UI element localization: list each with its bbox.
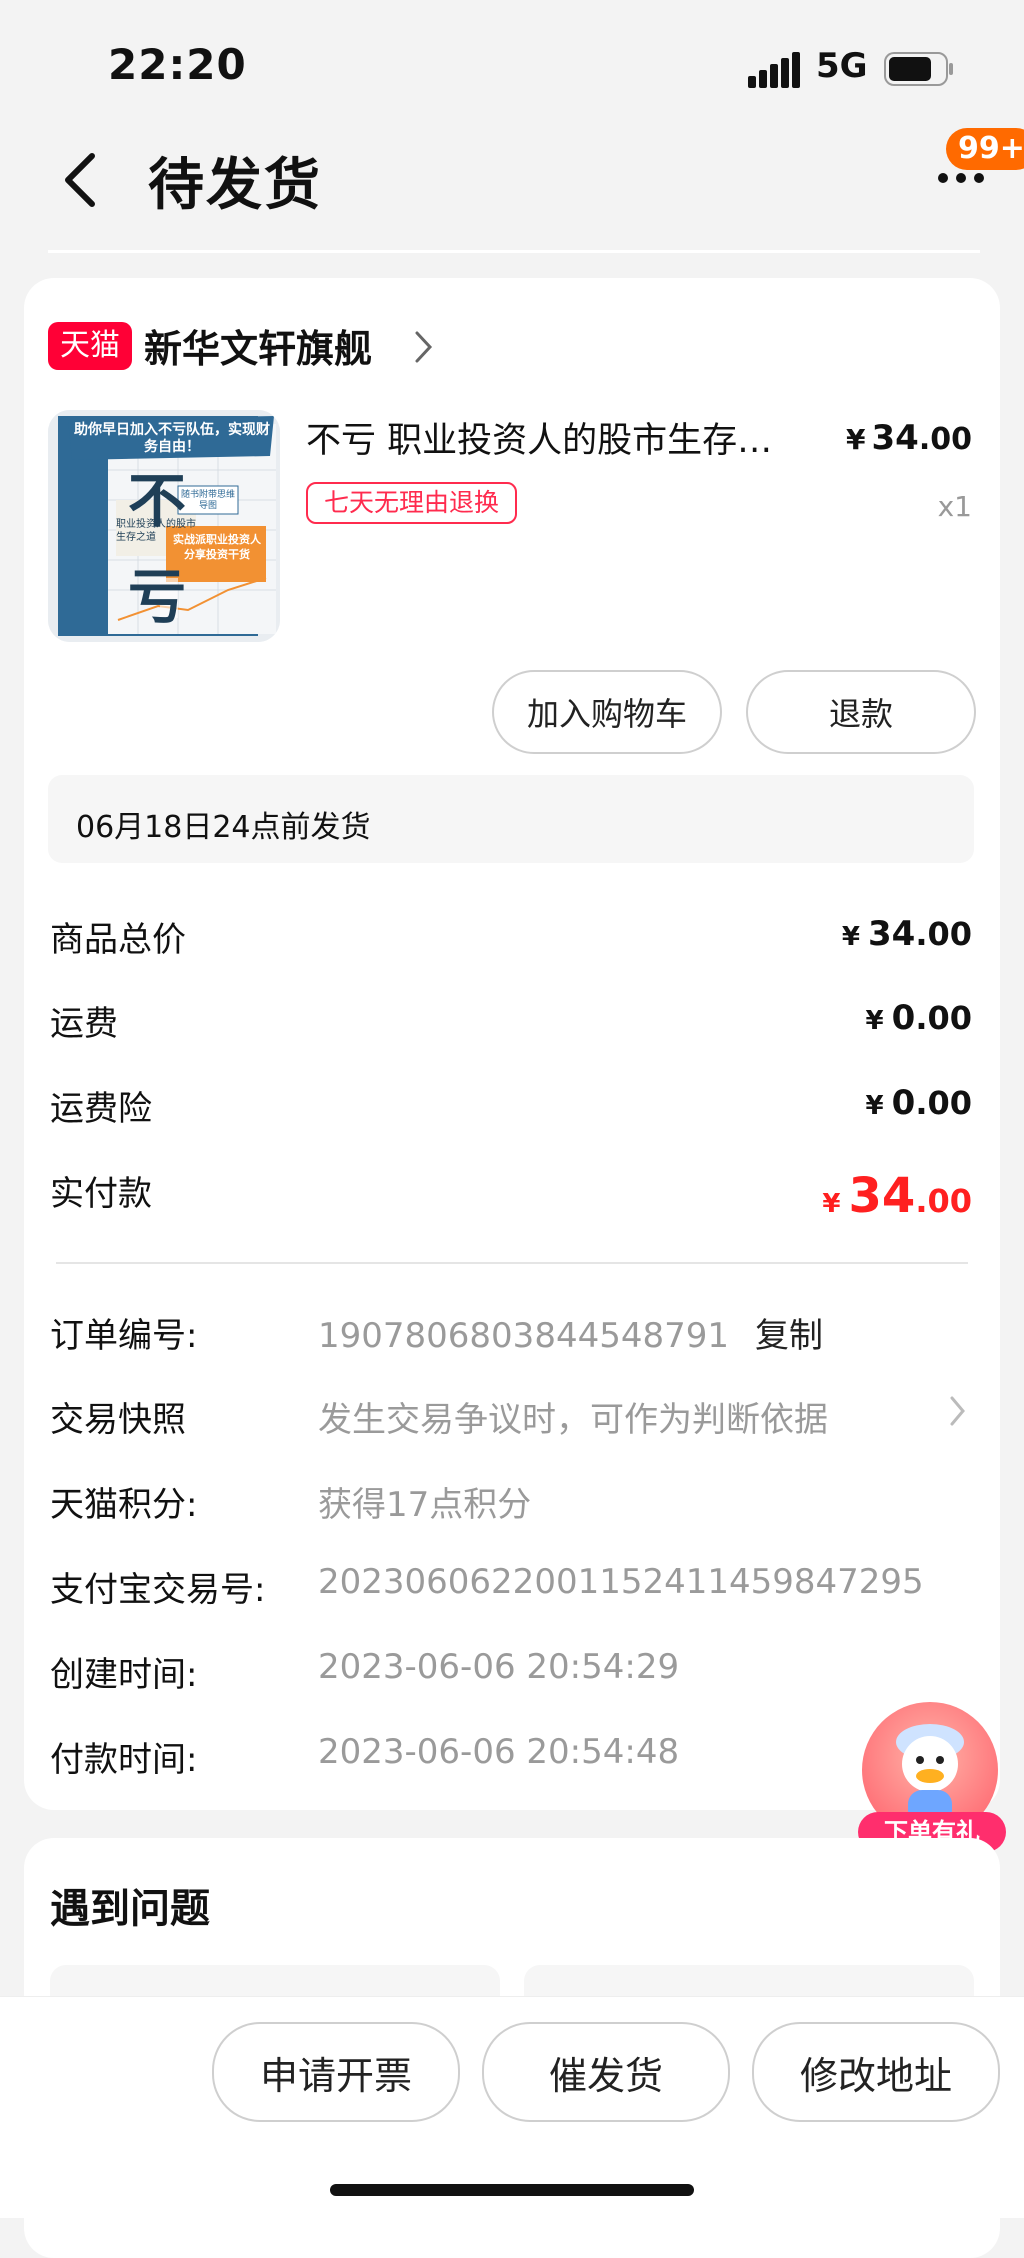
info-label-snapshot[interactable]: 交易快照 — [50, 1392, 186, 1441]
info-value-order-no: 1907806803844548791 复制 — [318, 1316, 824, 1356]
summary-label-insurance: 运费险 — [50, 1089, 152, 1129]
network-label: 5G — [816, 46, 868, 86]
refund-button[interactable]: 退款 — [746, 670, 976, 754]
info-label-order-no: 订单编号: — [50, 1316, 198, 1356]
more-options-icon[interactable] — [936, 168, 986, 188]
info-label-alipay-no: 支付宝交易号: — [50, 1570, 266, 1610]
back-arrow-icon[interactable] — [60, 150, 100, 210]
platform-tag: 天猫 — [48, 322, 132, 370]
cover-char-2: 亏 — [128, 563, 187, 631]
summary-label-total: 商品总价 — [50, 920, 186, 960]
info-value-created: 2023-06-06 20:54:29 — [318, 1647, 680, 1687]
summary-value-shipping: ¥0.00 — [865, 998, 972, 1038]
summary-value-paid: ¥34.00 — [822, 1168, 972, 1224]
summary-value-insurance: ¥0.00 — [865, 1083, 972, 1123]
product-quantity: x1 — [937, 490, 972, 523]
summary-divider — [56, 1262, 968, 1264]
cover-sticker: 随书附带思维导图 — [180, 490, 235, 511]
signal-icon — [748, 52, 800, 88]
product-title[interactable]: 不亏 职业投资人的股市生存… — [306, 412, 826, 463]
home-indicator[interactable] — [330, 2184, 694, 2196]
info-value-alipay-no: 2023060622001152411459847295 — [318, 1562, 924, 1602]
product-price: ¥34.00 — [846, 418, 972, 458]
shop-name[interactable]: 新华文轩旗舰 — [144, 318, 372, 373]
summary-label-shipping: 运费 — [50, 1004, 118, 1044]
summary-label-paid: 实付款 — [50, 1174, 152, 1214]
header-divider — [48, 250, 980, 253]
cover-banner: 助你早日加入不亏队伍，实现财务自由！ — [74, 422, 270, 455]
chevron-right-icon[interactable] — [950, 1396, 966, 1426]
info-value-paid-time: 2023-06-06 20:54:48 — [318, 1732, 680, 1772]
problems-title: 遇到问题 — [50, 1886, 210, 1932]
copy-button[interactable]: 复制 — [755, 1316, 823, 1356]
shipping-note: 06月18日24点前发货 — [76, 810, 371, 845]
page-title: 待发货 — [148, 153, 322, 218]
add-to-cart-button[interactable]: 加入购物车 — [492, 670, 722, 754]
summary-value-total: ¥34.00 — [841, 914, 972, 954]
urge-shipping-button[interactable]: 催发货 — [482, 2022, 730, 2122]
cover-side-text: 实战派职业投资人分享投资干货 — [173, 533, 261, 561]
product-image[interactable]: 助你早日加入不亏队伍，实现财务自由！ 不 亏 职业投资人的股市生存之道 随书附带… — [48, 410, 280, 642]
info-value-points: 获得17点积分 — [318, 1485, 532, 1525]
return-policy-tag: 七天无理由退换 — [306, 482, 518, 524]
notification-badge: 99+ — [946, 128, 1024, 170]
status-time: 22:20 — [108, 40, 247, 89]
info-label-created: 创建时间: — [50, 1655, 198, 1695]
request-invoice-button[interactable]: 申请开票 — [212, 2022, 460, 2122]
chevron-right-icon[interactable] — [414, 330, 434, 364]
info-label-paid-time: 付款时间: — [50, 1740, 198, 1780]
info-label-points: 天猫积分: — [50, 1485, 198, 1525]
info-value-snapshot[interactable]: 发生交易争议时，可作为判断依据 — [318, 1392, 828, 1441]
change-address-button[interactable]: 修改地址 — [752, 2022, 1000, 2122]
battery-icon — [884, 52, 953, 86]
